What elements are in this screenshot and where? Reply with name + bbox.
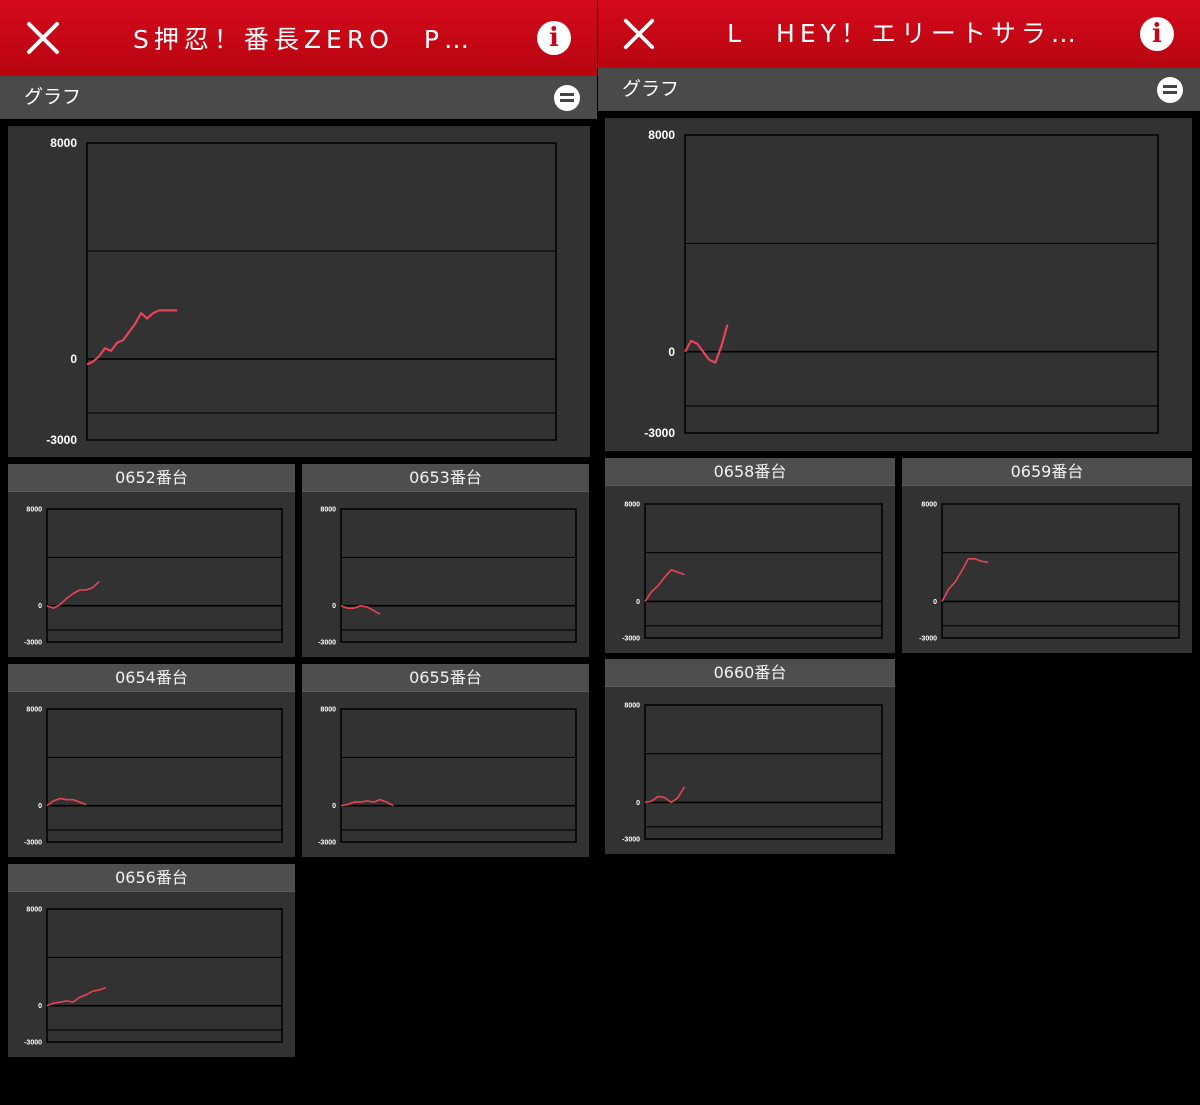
- y-tick-label: 0: [332, 803, 336, 810]
- plot-area: [340, 708, 577, 843]
- close-button[interactable]: [604, 0, 674, 68]
- chart-svg: 8000 0 -3000: [919, 501, 1180, 642]
- page-title: S押忍！番長ZERO P…: [133, 25, 474, 54]
- close-button[interactable]: [8, 0, 78, 76]
- collapse-button[interactable]: [1157, 76, 1183, 103]
- y-tick-label: 8000: [320, 506, 336, 513]
- chart-svg: 8000 0 -3000: [318, 506, 577, 646]
- plot-area: [941, 503, 1180, 639]
- chart-card: 0659番台 8000 0 -3000: [902, 458, 1192, 653]
- y-tick-label: -3000: [24, 639, 42, 646]
- chart-svg: 8000 0 -3000: [46, 136, 557, 447]
- section-label: グラフ: [24, 86, 82, 108]
- chart-card: 0652番台 8000 0 -3000: [8, 464, 295, 657]
- y-tick-label: -3000: [24, 1039, 42, 1046]
- chart-svg: 8000 0 -3000: [622, 501, 883, 642]
- y-tick-label: -3000: [644, 426, 675, 440]
- y-tick-label: 0: [933, 599, 937, 606]
- y-tick-label: 0: [636, 800, 640, 807]
- y-tick-label: 0: [38, 603, 42, 610]
- y-tick-label: 0: [38, 1003, 42, 1010]
- y-tick-label: 8000: [320, 706, 336, 713]
- collapse-button[interactable]: [554, 84, 580, 111]
- y-tick-label: -3000: [622, 635, 640, 642]
- section-header: グラフ: [598, 68, 1200, 111]
- y-tick-label: 8000: [921, 501, 937, 508]
- plot-area: [86, 142, 557, 441]
- y-tick-label: -3000: [919, 635, 937, 642]
- plot-area: [684, 134, 1159, 434]
- chart-svg: 8000 0 -3000: [24, 906, 283, 1046]
- chart-card: 0655番台 8000 0 -3000: [302, 664, 589, 857]
- y-tick-label: 8000: [26, 906, 42, 913]
- info-button[interactable]: i: [537, 21, 571, 55]
- close-icon: [27, 22, 59, 54]
- y-tick-label: 0: [668, 345, 675, 359]
- plot-area: [340, 508, 577, 643]
- right-panel: L HEY！エリートサラ… i グラフ 8000 0 -3000 0658番台 80…: [598, 0, 1200, 1105]
- y-tick-label: -3000: [622, 836, 640, 843]
- chart-svg: 8000 0 -3000: [622, 702, 883, 843]
- close-icon: [623, 18, 655, 50]
- y-tick-label: -3000: [46, 433, 77, 447]
- y-tick-label: 8000: [624, 501, 640, 508]
- collapse-icon: [1163, 84, 1177, 88]
- chart-card: 0660番台 8000 0 -3000: [605, 659, 895, 854]
- info-button[interactable]: i: [1140, 17, 1174, 51]
- section-header: グラフ: [0, 76, 597, 119]
- page-title: L HEY！エリートサラ…: [727, 19, 1081, 48]
- header-bar: L HEY！エリートサラ… i: [598, 0, 1200, 68]
- plot-area: [46, 908, 283, 1043]
- left-panel: S押忍！番長ZERO P… i グラフ 8000 0 -3000 0652番台 80…: [0, 0, 597, 1105]
- chart-card: 0658番台 8000 0 -3000: [605, 458, 895, 653]
- section-label: グラフ: [622, 78, 680, 100]
- plot-area: [46, 708, 283, 843]
- y-tick-label: 8000: [26, 706, 42, 713]
- header-bar: S押忍！番長ZERO P… i: [0, 0, 597, 76]
- chart-card: 0653番台 8000 0 -3000: [302, 464, 589, 657]
- y-tick-label: 0: [38, 803, 42, 810]
- y-tick-label: 8000: [26, 506, 42, 513]
- y-tick-label: 8000: [624, 702, 640, 709]
- y-tick-label: -3000: [24, 839, 42, 846]
- chart-svg: 8000 0 -3000: [24, 506, 283, 646]
- y-tick-label: -3000: [318, 839, 336, 846]
- plot-area: [644, 503, 883, 639]
- y-tick-label: 0: [636, 599, 640, 606]
- y-tick-label: 8000: [50, 136, 77, 150]
- chart-main: 8000 0 -3000: [605, 118, 1192, 451]
- chart-main: 8000 0 -3000: [8, 126, 590, 457]
- y-tick-label: 8000: [648, 128, 675, 142]
- y-tick-label: -3000: [318, 639, 336, 646]
- chart-svg: 8000 0 -3000: [644, 128, 1159, 440]
- chart-card: 0656番台 8000 0 -3000: [8, 864, 295, 1057]
- chart-svg: 8000 0 -3000: [318, 706, 577, 846]
- chart-card: 0654番台 8000 0 -3000: [8, 664, 295, 857]
- plot-area: [46, 508, 283, 643]
- y-tick-label: 0: [332, 603, 336, 610]
- y-tick-label: 0: [70, 352, 77, 366]
- collapse-icon: [560, 92, 574, 96]
- chart-svg: 8000 0 -3000: [24, 706, 283, 846]
- plot-area: [644, 704, 883, 840]
